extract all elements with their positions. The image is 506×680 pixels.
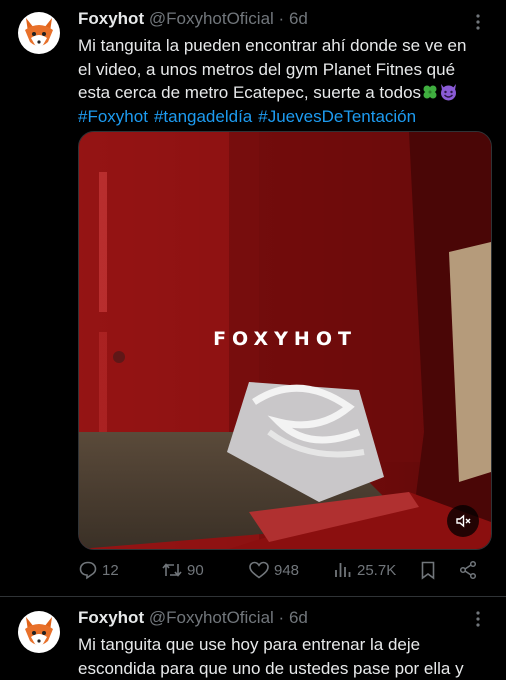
author-handle[interactable]: @FoxyhotOficial — [149, 9, 274, 28]
views-icon — [335, 563, 351, 577]
timestamp[interactable]: 6d — [289, 9, 308, 28]
hashtags: #Foxyhot #tangadeldía #JuevesDeTentación — [78, 105, 488, 129]
hashtag-link[interactable]: #tangadeldía — [154, 107, 252, 126]
timestamp[interactable]: 6d — [289, 608, 308, 627]
video-player[interactable]: FOXYHOT — [78, 131, 492, 550]
hashtag-link[interactable]: #JuevesDeTentación — [258, 107, 416, 126]
bookmark-icon — [421, 561, 435, 580]
tweet-text-line: el video, a unos metros del gym Planet F… — [78, 59, 456, 79]
tweet-header: Foxyhot @FoxyhotOficial · 6d — [78, 608, 466, 628]
tweet-text-line-with-emoji: esta cerca de metro Ecatepec, suerte a t… — [78, 81, 488, 105]
muted-speaker-icon — [456, 514, 471, 528]
repost-button[interactable]: 90 — [161, 560, 204, 580]
author-name[interactable]: Foxyhot — [78, 608, 144, 627]
separator-dot: · — [278, 608, 285, 627]
tweet-text-line: esta cerca de metro Ecatepec, suerte a t… — [78, 83, 422, 102]
separator-dot: · — [278, 9, 285, 28]
reply-count: 12 — [102, 561, 119, 579]
more-dots-icon — [476, 14, 480, 30]
reply-button[interactable]: 12 — [78, 560, 119, 580]
tweet-text: Mi tanguita la pueden encontrar ahí dond… — [78, 34, 488, 128]
tweet-text-line: escondida para que uno de ustedes pase p… — [78, 658, 464, 678]
video-watermark: FOXYHOT — [213, 328, 357, 350]
tweet-header: Foxyhot @FoxyhotOficial · 6d — [78, 9, 466, 29]
tweet-text: Mi tanguita que use hoy para entrenar la… — [78, 633, 488, 680]
tweet-text-line: Mi tanguita la pueden encontrar ahí dond… — [78, 36, 467, 55]
tweet[interactable]: Foxyhot @FoxyhotOficial · 6d Mi tanguita… — [0, 0, 506, 597]
view-count: 25.7K — [357, 561, 397, 579]
avatar[interactable] — [18, 611, 60, 653]
mute-button[interactable] — [447, 505, 479, 537]
fox-avatar-icon — [18, 12, 60, 54]
smiling-devil-icon — [441, 84, 457, 101]
repost-icon — [162, 563, 182, 577]
reply-icon — [79, 561, 97, 580]
repost-count: 90 — [187, 561, 204, 579]
four-leaf-clover-icon — [423, 85, 437, 99]
share-icon — [459, 560, 477, 580]
tweet-actions: 12 90 948 25.7K — [78, 560, 490, 584]
fox-avatar-icon — [18, 611, 60, 653]
more-button[interactable] — [468, 609, 488, 629]
more-dots-icon — [476, 611, 480, 627]
share-button[interactable] — [458, 560, 478, 580]
bookmark-button[interactable] — [418, 560, 438, 580]
hashtag-link[interactable]: #Foxyhot — [78, 107, 148, 126]
author-name[interactable]: Foxyhot — [78, 9, 144, 28]
author-handle[interactable]: @FoxyhotOficial — [149, 608, 274, 627]
more-button[interactable] — [468, 12, 488, 32]
heart-icon — [249, 561, 269, 579]
avatar[interactable] — [18, 12, 60, 54]
tweet-text-line: Mi tanguita que use hoy para entrenar la… — [78, 635, 421, 654]
like-button[interactable]: 948 — [248, 560, 299, 580]
views-button[interactable]: 25.7K — [333, 560, 396, 580]
like-count: 948 — [274, 561, 300, 579]
tweet[interactable]: Foxyhot @FoxyhotOficial · 6d Mi tanguita… — [0, 597, 506, 680]
